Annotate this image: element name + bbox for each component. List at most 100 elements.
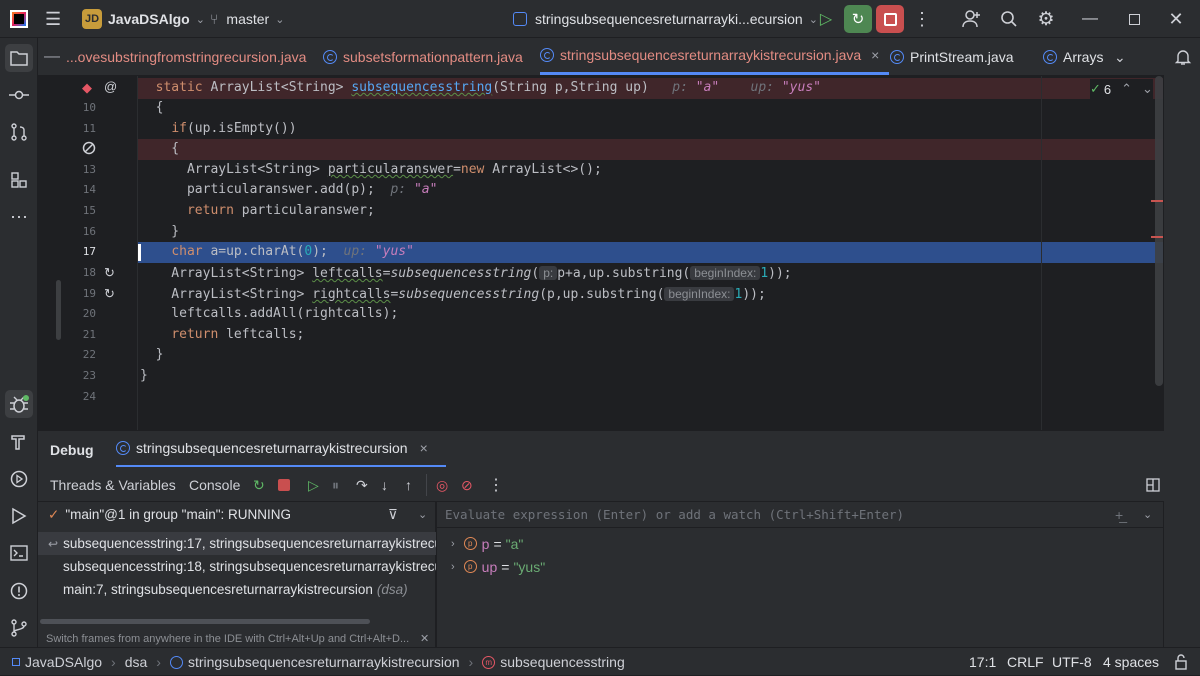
close-window-button[interactable]: ✕	[1162, 5, 1190, 33]
tab-subsetsformationpattern[interactable]: subsetsformationpattern.java	[323, 38, 523, 76]
app-logo[interactable]	[10, 0, 28, 38]
debug-session-tab[interactable]: stringsubsequencesreturnarraykistrecursi…	[116, 431, 446, 467]
code-line[interactable]: particularanswer.add(p); p: "a"	[140, 180, 437, 201]
code-line[interactable]: return particularanswer;	[140, 201, 375, 222]
method-breakpoint-icon[interactable]: @	[104, 79, 117, 94]
breadcrumb-project[interactable]: JavaDSAlgo	[25, 654, 102, 670]
inspection-widget[interactable]: ✓ 6 ⌃ ⌄	[1090, 79, 1153, 99]
code-line[interactable]: ArrayList<String> particularanswer=new A…	[140, 160, 602, 181]
expand-icon[interactable]: ›	[451, 538, 455, 550]
chevron-down-icon[interactable]: ⌄	[418, 508, 427, 521]
tab-printstream[interactable]: PrintStream.java	[890, 38, 1013, 76]
code-line[interactable]: leftcalls.addAll(rightcalls);	[140, 304, 398, 325]
code-line[interactable]: ArrayList<String> rightcalls=subsequence…	[140, 284, 766, 305]
close-tab-icon[interactable]: ×	[871, 47, 879, 63]
variable-row[interactable]: › p up = "yus"	[451, 555, 545, 578]
code-line[interactable]: {	[140, 139, 179, 160]
evaluate-input[interactable]: Evaluate expression (Enter) or add a wat…	[437, 502, 1163, 528]
gear-icon[interactable]: ⚙	[1032, 5, 1060, 33]
services-tool-icon[interactable]	[5, 465, 33, 493]
add-user-icon[interactable]	[958, 5, 986, 33]
collapse-tabs-icon[interactable]: —	[44, 38, 60, 76]
code-line[interactable]: }	[140, 345, 164, 366]
tab-stringsubsequences-active[interactable]: stringsubsequencesreturnarraykistrecursi…	[540, 38, 890, 75]
notifications-icon[interactable]	[1174, 48, 1192, 66]
code-line-current[interactable]: char a=up.charAt(0); up: "yus"	[140, 242, 414, 263]
prev-highlight-icon[interactable]: ⌃	[1121, 81, 1132, 97]
console-tab[interactable]: Console	[189, 468, 240, 502]
indent-setting[interactable]: 4 spaces	[1103, 648, 1159, 676]
stack-frame[interactable]: subsequencesstring:18, stringsubsequence…	[38, 555, 436, 578]
frames-scrollbar[interactable]	[40, 619, 370, 624]
recursive-call-icon[interactable]: ↻	[104, 286, 115, 302]
recursive-call-icon[interactable]: ↻	[104, 265, 115, 281]
breadcrumb-package[interactable]: dsa	[125, 654, 148, 670]
expand-icon[interactable]: ›	[451, 561, 455, 573]
line-separator[interactable]: CRLF	[1007, 648, 1044, 676]
code-line[interactable]: {	[140, 98, 164, 119]
thread-selector[interactable]: ✓ "main"@1 in group "main": RUNNING ⊽ ⌄	[38, 503, 436, 526]
code-line[interactable]: if(up.isEmpty())	[140, 119, 296, 140]
run-config-selector[interactable]: stringsubsequencesreturnarrayki...ecursi…	[513, 0, 818, 38]
code-line[interactable]: }	[140, 366, 148, 387]
step-over-icon[interactable]: ↷	[356, 468, 368, 502]
search-icon[interactable]	[995, 5, 1023, 33]
stop-button[interactable]	[876, 5, 904, 33]
disabled-breakpoint-icon[interactable]	[82, 141, 96, 158]
more-tools-icon[interactable]: ⋯	[5, 203, 33, 231]
breakpoint-icon[interactable]: ◆	[82, 80, 92, 96]
filter-icon[interactable]: ⊽	[388, 507, 398, 523]
error-stripe-mark[interactable]	[1151, 200, 1163, 202]
code-line[interactable]: }	[140, 222, 179, 243]
tabs-dropdown-icon[interactable]: ⌄	[1114, 38, 1126, 76]
variable-row[interactable]: › p p = "a"	[451, 532, 523, 555]
run-button[interactable]: ▷	[812, 5, 840, 33]
left-scroll-thumb[interactable]	[56, 280, 61, 340]
commit-tool-icon[interactable]	[5, 81, 33, 109]
main-menu-icon[interactable]: ☰	[45, 0, 61, 38]
more-actions-icon[interactable]: ⋮	[908, 5, 936, 33]
resume-icon[interactable]: ▷	[308, 468, 319, 502]
code-line[interactable]: return leftcalls;	[140, 325, 304, 346]
pause-icon[interactable]: ⏸	[332, 468, 339, 502]
threads-variables-tab[interactable]: Threads & Variables	[50, 468, 176, 502]
stack-frame[interactable]: ↩ subsequencesstring:17, stringsubsequen…	[38, 532, 436, 555]
rerun-icon[interactable]: ↻	[253, 468, 265, 502]
close-session-icon[interactable]: ×	[420, 440, 428, 456]
chevron-down-icon[interactable]: ⌄	[1143, 508, 1152, 521]
tab-arrays[interactable]: Arrays	[1043, 38, 1103, 76]
stop-icon[interactable]	[278, 468, 290, 502]
branch-selector[interactable]: ⑂ master ⌄	[210, 0, 284, 38]
error-stripe-mark[interactable]	[1151, 236, 1163, 238]
editor-scrollbar[interactable]	[1155, 76, 1163, 386]
caret-position[interactable]: 17:1	[969, 648, 996, 676]
project-tool-icon[interactable]	[5, 44, 33, 72]
layout-settings-icon[interactable]	[1146, 468, 1160, 502]
pull-requests-icon[interactable]	[5, 118, 33, 146]
stack-frame[interactable]: main:7, stringsubsequencesreturnarraykis…	[38, 578, 436, 601]
next-highlight-icon[interactable]: ⌄	[1142, 81, 1153, 97]
view-breakpoints-icon[interactable]: ◎	[436, 468, 448, 502]
step-into-icon[interactable]: ↓	[381, 468, 388, 502]
problems-tool-icon[interactable]	[5, 577, 33, 605]
project-selector[interactable]: JD JavaDSAlgo ⌄	[82, 0, 205, 38]
lock-icon[interactable]	[1174, 648, 1188, 676]
debug-tool-icon[interactable]	[5, 390, 33, 418]
close-hint-icon[interactable]: ✕	[420, 632, 429, 645]
code-line[interactable]: ArrayList<String> leftcalls=subsequences…	[140, 263, 792, 284]
code-line[interactable]: static ArrayList<String> subsequencesstr…	[140, 78, 821, 99]
build-tool-icon[interactable]	[5, 428, 33, 456]
minimize-button[interactable]: —	[1076, 5, 1104, 33]
restore-button[interactable]	[1120, 5, 1148, 33]
more-debug-actions-icon[interactable]: ⋮	[488, 468, 504, 502]
file-encoding[interactable]: UTF-8	[1052, 648, 1092, 676]
step-out-icon[interactable]: ↑	[405, 468, 412, 502]
mute-breakpoints-icon[interactable]: ⊘	[461, 468, 473, 502]
terminal-tool-icon[interactable]	[5, 539, 33, 567]
add-watch-icon[interactable]: +̲	[1115, 507, 1123, 523]
breadcrumb-method[interactable]: subsequencesstring	[500, 654, 625, 670]
tab-removesubstring[interactable]: ...ovesubstringfromstringrecursion.java	[66, 38, 306, 76]
structure-icon[interactable]	[5, 166, 33, 194]
git-tool-icon[interactable]	[5, 614, 33, 642]
breadcrumb-class[interactable]: stringsubsequencesreturnarraykistrecursi…	[188, 654, 460, 670]
